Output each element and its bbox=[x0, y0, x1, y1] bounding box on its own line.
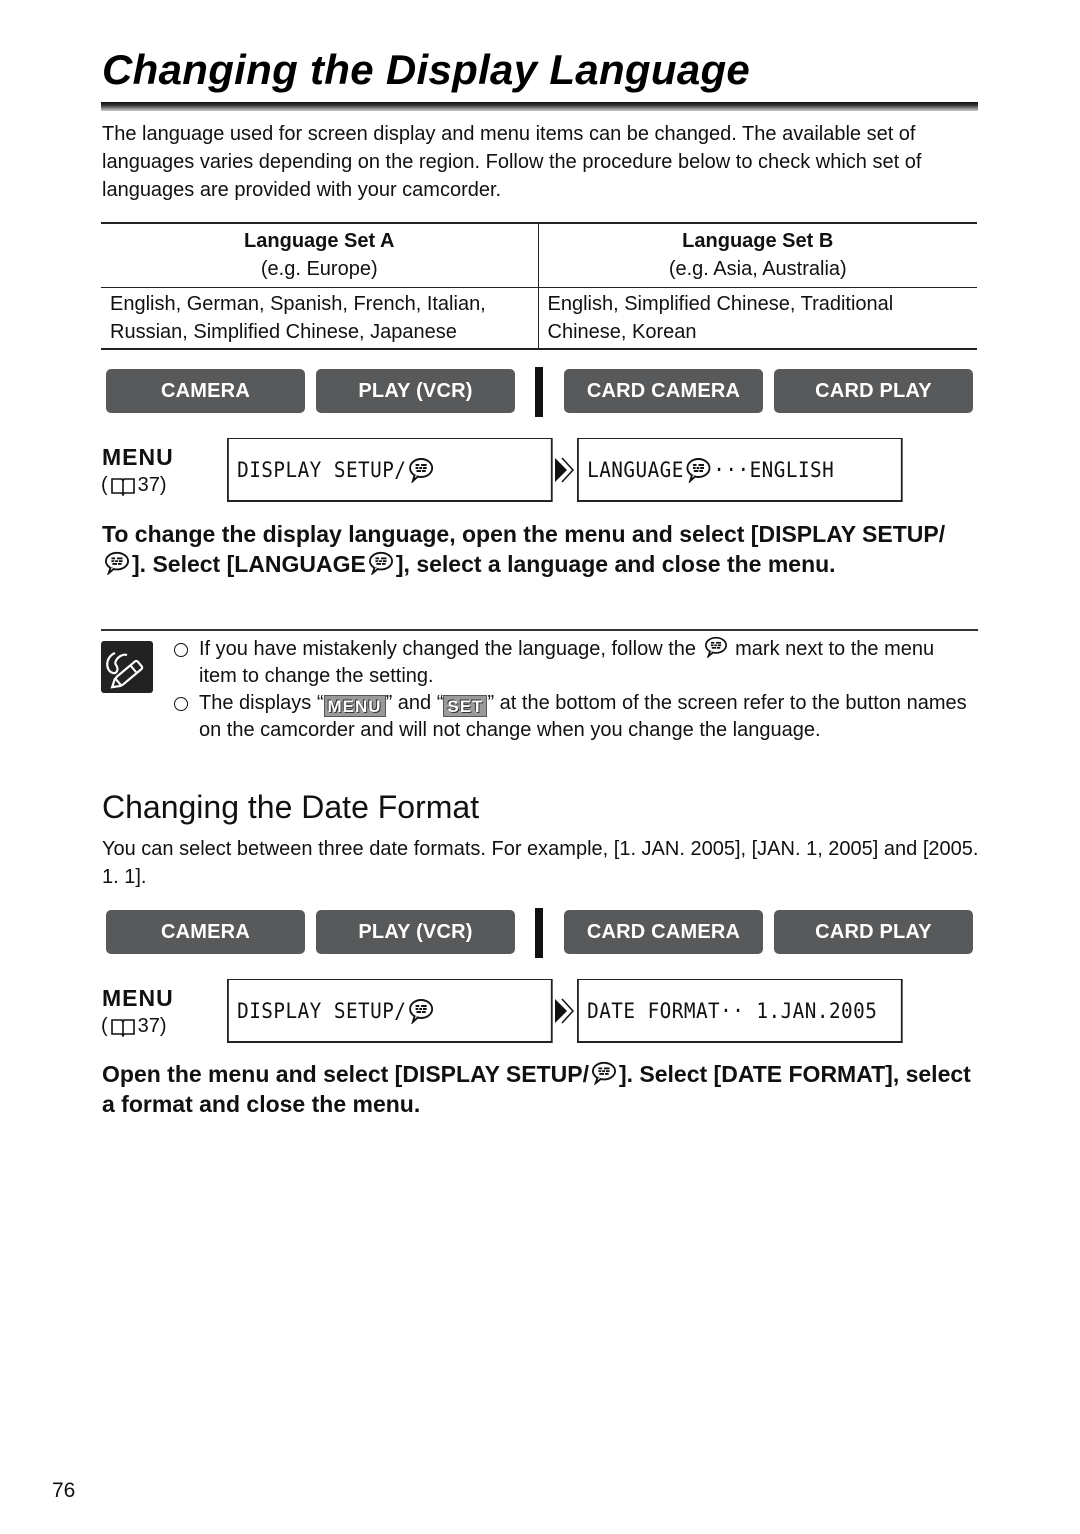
language-bubble-icon bbox=[105, 551, 129, 575]
note-text: ” and “ bbox=[385, 692, 444, 714]
language-bubble-icon bbox=[409, 457, 434, 483]
menu-step-language: LANGUAGE ···ENGLISH bbox=[577, 438, 903, 502]
language-bubble-icon bbox=[686, 457, 711, 483]
menu-step-text: DISPLAY SETUP/ bbox=[237, 998, 407, 1023]
section-heading-date-format: Changing the Date Format bbox=[102, 789, 480, 825]
mode-button-card-camera: CARD CAMERA bbox=[564, 910, 763, 954]
column-title: Language Set A bbox=[244, 230, 395, 252]
mode-separator bbox=[535, 908, 543, 958]
bullet-circle-icon bbox=[174, 643, 188, 657]
book-icon bbox=[110, 477, 135, 496]
mode-button-card-play: CARD PLAY bbox=[774, 910, 973, 954]
page-ref-paren: ( bbox=[101, 474, 108, 496]
mode-button-play-vcr: PLAY (VCR) bbox=[316, 369, 515, 413]
book-icon bbox=[110, 1018, 135, 1037]
title-rule bbox=[101, 102, 978, 111]
language-bubble-icon bbox=[368, 551, 393, 575]
note-list: If you have mistakenly changed the langu… bbox=[172, 636, 972, 744]
note-text: If you have mistakenly changed the langu… bbox=[199, 638, 702, 660]
language-bubble-icon bbox=[591, 1061, 616, 1085]
note-item: The displays “MENU” and “SET” at the bot… bbox=[172, 690, 972, 744]
mode-button-card-camera: CARD CAMERA bbox=[564, 369, 763, 413]
instruction-date-format: Open the menu and select [DISPLAY SETUP/… bbox=[102, 1059, 982, 1119]
note-divider bbox=[101, 629, 978, 631]
instruction-display-language: To change the display language, open the… bbox=[102, 519, 962, 579]
column-subtitle: (e.g. Europe) bbox=[260, 258, 378, 280]
menu-step-text: DISPLAY SETUP/ bbox=[237, 457, 407, 482]
mode-button-card-play: CARD PLAY bbox=[774, 369, 973, 413]
instruction-text: To change the display language, open the… bbox=[102, 521, 946, 547]
column-title: Language Set B bbox=[682, 230, 834, 252]
menu-step-display-setup: DISPLAY SETUP/ bbox=[227, 438, 553, 502]
table-cell-set-b: English, Simplified Chinese, Traditional… bbox=[547, 293, 894, 343]
instruction-text: ]. Select [LANGUAGE bbox=[132, 551, 366, 577]
column-header-set-b: Language Set B (e.g. Asia, Australia) bbox=[538, 223, 977, 288]
language-set-table: Language Set A (e.g. Europe) Language Se… bbox=[101, 222, 977, 350]
table-row: English, German, Spanish, French, Italia… bbox=[101, 287, 977, 349]
menu-step-date-format: DATE FORMAT·· 1.JAN.2005 bbox=[577, 979, 903, 1043]
page-reference: ( 37) bbox=[101, 1015, 167, 1038]
column-subtitle: (e.g. Asia, Australia) bbox=[668, 258, 847, 280]
intro-paragraph: The language used for screen display and… bbox=[102, 123, 922, 201]
language-bubble-icon bbox=[409, 998, 434, 1024]
note-item: If you have mistakenly changed the langu… bbox=[172, 636, 972, 690]
mode-separator bbox=[535, 367, 543, 417]
menu-step-text: DATE FORMAT·· 1.JAN.2005 bbox=[587, 998, 878, 1023]
table-header-row: Language Set A (e.g. Europe) Language Se… bbox=[101, 223, 977, 288]
date-format-intro: You can select between three date format… bbox=[102, 838, 979, 888]
mode-button-play-vcr: PLAY (VCR) bbox=[316, 910, 515, 954]
menu-label: MENU bbox=[102, 444, 174, 470]
menu-step-text: LANGUAGE bbox=[587, 457, 684, 482]
page-reference: ( 37) bbox=[101, 474, 167, 497]
column-header-set-a: Language Set A (e.g. Europe) bbox=[101, 223, 539, 288]
page-ref-number: 37) bbox=[137, 474, 167, 496]
table-cell-set-a: English, German, Spanish, French, Italia… bbox=[101, 287, 539, 349]
page-ref-number: 37) bbox=[137, 1015, 167, 1037]
menu-step-value: ···ENGLISH bbox=[713, 457, 835, 482]
language-bubble-icon bbox=[704, 636, 727, 658]
page-title: Changing the Display Language bbox=[102, 46, 751, 93]
next-step-arrow-icon bbox=[553, 438, 575, 502]
page-ref-paren: ( bbox=[101, 1015, 108, 1037]
next-step-arrow-icon bbox=[553, 979, 575, 1043]
mode-bar: CAMERA PLAY (VCR) CARD CAMERA CARD PLAY bbox=[106, 367, 974, 417]
menu-display-chip: MENU bbox=[323, 695, 386, 717]
mode-bar: CAMERA PLAY (VCR) CARD CAMERA CARD PLAY bbox=[106, 908, 974, 958]
menu-label: MENU bbox=[102, 985, 174, 1011]
mode-button-camera: CAMERA bbox=[106, 369, 305, 413]
mode-button-camera: CAMERA bbox=[106, 910, 305, 954]
pencil-note-icon bbox=[101, 641, 153, 693]
instruction-text: ], select a language and close the menu. bbox=[395, 551, 836, 577]
page-number: 76 bbox=[52, 1479, 76, 1502]
bullet-circle-icon bbox=[174, 697, 188, 711]
set-display-chip: SET bbox=[443, 695, 488, 717]
note-text: The displays “ bbox=[199, 692, 324, 714]
menu-step-display-setup: DISPLAY SETUP/ bbox=[227, 979, 553, 1043]
instruction-text: Open the menu and select [DISPLAY SETUP/ bbox=[102, 1061, 589, 1087]
